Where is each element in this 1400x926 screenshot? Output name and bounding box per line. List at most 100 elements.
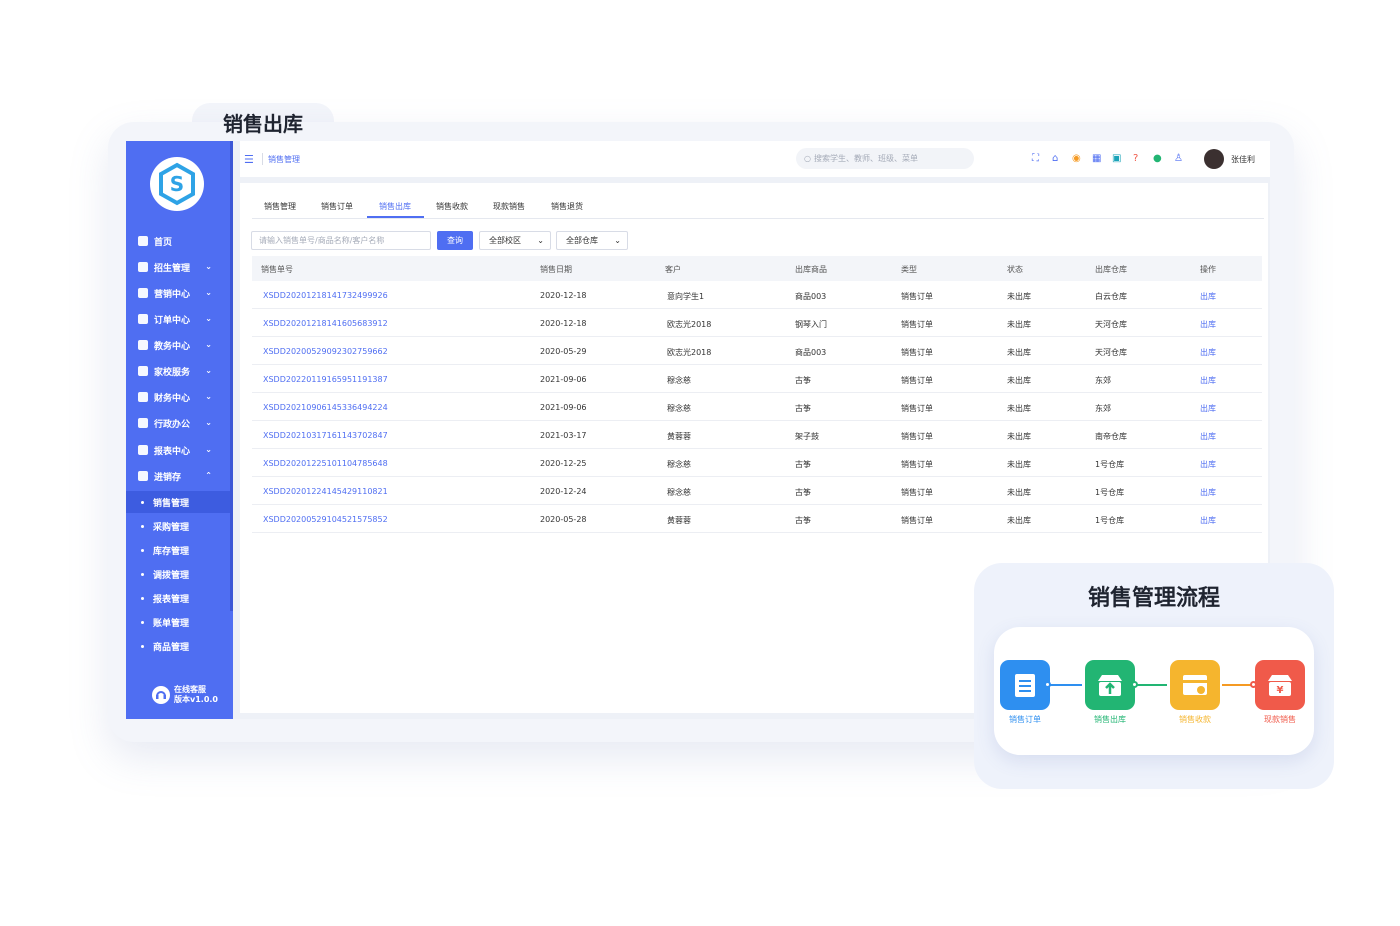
sidebar-item-home-school[interactable]: 家校服务 ⌄	[126, 359, 230, 383]
order-number-cell[interactable]: XSDD20201225101104785648	[263, 459, 388, 468]
outbound-action-cell[interactable]: 出库	[1200, 515, 1216, 526]
sidebar-subitem-bills[interactable]: 账单管理	[126, 611, 230, 633]
global-search-input[interactable]: ○ 搜索学生、教师、班级、菜单	[796, 148, 974, 169]
order-number-cell[interactable]: XSDD20210906145336494224	[263, 403, 388, 412]
sidebar-subitem-label: 采购管理	[153, 522, 190, 533]
help-icon[interactable]: ?	[1133, 153, 1138, 165]
tab-sales-outbound[interactable]: 销售出库	[379, 201, 411, 212]
order-number-cell[interactable]: XSDD20210317161143702847	[263, 431, 388, 440]
warehouse-cell: 1号仓库	[1095, 460, 1125, 469]
chevron-down-icon: ⌄	[537, 236, 544, 245]
tab-sales-receipts[interactable]: 销售收款	[436, 201, 468, 212]
notification-icon[interactable]: ●	[1153, 153, 1162, 165]
order-number-cell[interactable]: XSDD20201224145429110821	[263, 487, 388, 496]
divider	[262, 153, 263, 165]
outbound-action-cell[interactable]: 出库	[1200, 291, 1216, 302]
tab-bar: 销售管理 销售订单 销售出库 销售收款 现款销售 销售退货	[252, 197, 1264, 219]
flow-step-label: 销售订单	[1009, 715, 1041, 724]
qrcode-icon[interactable]: ▦	[1092, 153, 1101, 165]
product-cell: 古筝	[795, 460, 811, 469]
sidebar-subitem-label: 账单管理	[153, 618, 190, 629]
order-search-input[interactable]: 请输入销售单号/商品名称/客户名称	[251, 231, 431, 250]
flow-arrow	[1135, 684, 1167, 686]
online-support[interactable]: 在线客服 版本v1.0.0	[152, 685, 218, 705]
status-cell: 未出库	[1007, 432, 1031, 441]
outbound-action-cell[interactable]: 出库	[1200, 375, 1216, 386]
column-header: 出库仓库	[1095, 265, 1127, 274]
users-icon	[138, 262, 148, 272]
order-number-cell[interactable]: XSDD20220119165951191387	[263, 375, 388, 384]
sidebar-item-label: 财务中心	[154, 393, 191, 404]
flow-arrow	[1050, 684, 1082, 686]
status-cell: 未出库	[1007, 376, 1031, 385]
menu-toggle-icon[interactable]: ☰	[244, 153, 254, 166]
outbound-action-cell[interactable]: 出库	[1200, 347, 1216, 358]
warehouse-cell: 1号仓库	[1095, 516, 1125, 525]
sidebar-item-label: 招生管理	[154, 263, 191, 274]
inventory-icon	[138, 471, 148, 481]
sidebar-item-office[interactable]: 行政办公 ⌄	[126, 411, 230, 435]
campus-select[interactable]: 全部校区 ⌄	[479, 231, 551, 250]
breadcrumb[interactable]: 销售管理	[268, 154, 300, 165]
query-button[interactable]: 查询	[437, 231, 473, 250]
shirt-icon[interactable]: ♙	[1174, 153, 1183, 165]
product-cell: 钢琴入门	[795, 320, 827, 329]
wallet-icon	[1183, 675, 1207, 695]
customer-cell: 穆念慈	[667, 404, 691, 413]
outbound-action-cell[interactable]: 出库	[1200, 487, 1216, 498]
chevron-down-icon: ⌄	[205, 445, 212, 454]
table-header: 销售单号 销售日期 客户 出库商品 类型 状态 出库仓库 操作	[252, 256, 1262, 281]
chevron-down-icon: ⌄	[205, 340, 212, 349]
tab-cash-sales[interactable]: 现款销售	[493, 201, 525, 212]
user-name[interactable]: 张佳利	[1231, 154, 1255, 165]
search-icon: ○	[804, 154, 811, 163]
message-icon[interactable]: ▣	[1112, 153, 1121, 165]
tab-sales-management[interactable]: 销售管理	[264, 201, 296, 212]
sidebar-item-academic[interactable]: 教务中心 ⌄	[126, 333, 230, 357]
column-header: 操作	[1200, 265, 1216, 274]
chevron-down-icon: ⌄	[614, 236, 621, 245]
outbound-action-cell[interactable]: 出库	[1200, 431, 1216, 442]
flow-connector-dot	[1250, 681, 1257, 688]
sidebar-item-home[interactable]: 首页	[126, 229, 230, 253]
sidebar-item-marketing[interactable]: 营销中心 ⌄	[126, 281, 230, 305]
sidebar-subitem-reports[interactable]: 报表管理	[126, 587, 230, 609]
order-type-cell: 销售订单	[901, 404, 933, 413]
warehouse-select[interactable]: 全部仓库 ⌄	[556, 231, 628, 250]
order-number-cell[interactable]: XSDD20200529092302759662	[263, 347, 388, 356]
sidebar-item-orders[interactable]: 订单中心 ⌄	[126, 307, 230, 331]
sidebar-subitem-purchase[interactable]: 采购管理	[126, 515, 230, 537]
sidebar-subitem-products[interactable]: 商品管理	[126, 635, 230, 657]
store-icon[interactable]: ⌂	[1052, 153, 1058, 165]
avatar[interactable]	[1204, 149, 1224, 169]
fullscreen-icon[interactable]: ⛶	[1032, 153, 1039, 165]
sidebar-item-label: 订单中心	[154, 315, 191, 326]
table-row: XSDD20200529092302759662 2020-05-29 欧志光201…	[252, 337, 1262, 365]
sidebar-item-inventory[interactable]: 进销存 ⌃	[126, 464, 230, 488]
order-number-cell[interactable]: XSDD20201218141605683912	[263, 319, 388, 328]
order-type-cell: 销售订单	[901, 460, 933, 469]
app-logo[interactable]: S	[150, 157, 204, 211]
coin-icon[interactable]: ◉	[1072, 153, 1081, 165]
outbound-action-cell[interactable]: 出库	[1200, 403, 1216, 414]
document-icon	[1015, 674, 1035, 697]
sidebar-subitem-sales[interactable]: 销售管理	[126, 491, 230, 513]
sidebar-item-finance[interactable]: 财务中心 ⌄	[126, 385, 230, 409]
product-cell: 古筝	[795, 488, 811, 497]
outbound-action-cell[interactable]: 出库	[1200, 319, 1216, 330]
tab-sales-orders[interactable]: 销售订单	[321, 201, 353, 212]
sidebar-item-admissions[interactable]: 招生管理 ⌄	[126, 255, 230, 279]
tab-sales-returns[interactable]: 销售退货	[551, 201, 583, 212]
outbound-action-cell[interactable]: 出库	[1200, 459, 1216, 470]
status-cell: 未出库	[1007, 292, 1031, 301]
sidebar-subitem-stock[interactable]: 库存管理	[126, 539, 230, 561]
order-type-cell: 销售订单	[901, 320, 933, 329]
bullet-icon	[141, 620, 144, 624]
order-number-cell[interactable]: XSDD20200529104521575852	[263, 515, 388, 524]
sidebar-subitem-transfer[interactable]: 调拨管理	[126, 563, 230, 585]
sidebar-item-reports[interactable]: 报表中心 ⌄	[126, 438, 230, 462]
sidebar-scrollbar[interactable]	[230, 141, 233, 611]
order-number-cell[interactable]: XSDD20201218141732499926	[263, 291, 388, 300]
status-cell: 未出库	[1007, 348, 1031, 357]
warehouse-cell: 东郊	[1095, 404, 1111, 413]
